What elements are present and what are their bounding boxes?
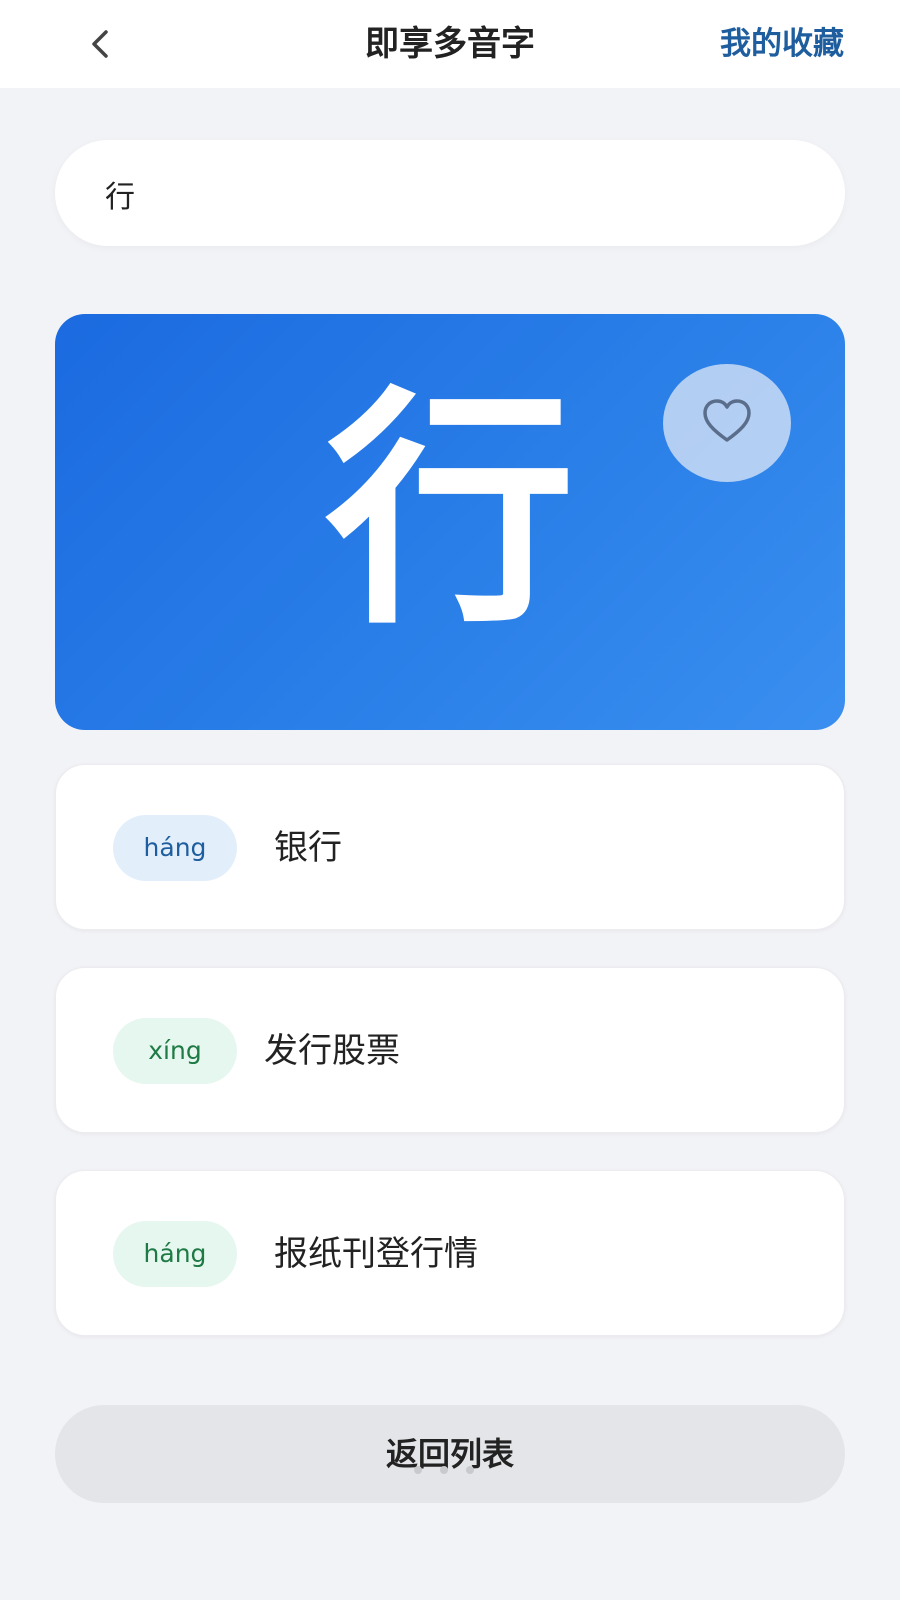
search-input[interactable] xyxy=(103,140,797,248)
pinyin-badge: háng xyxy=(113,1221,237,1287)
return-to-list-button[interactable]: 返回列表 xyxy=(55,1405,845,1503)
favorite-button[interactable] xyxy=(663,364,791,482)
top-bar: 即享多音字 我的收藏 xyxy=(0,0,900,88)
pronunciation-item[interactable]: háng 报纸刊登行情 xyxy=(55,1170,845,1336)
my-favorites-link[interactable]: 我的收藏 xyxy=(720,0,844,88)
chevron-left-icon xyxy=(92,30,108,58)
example-word: 银行 xyxy=(274,828,342,868)
pinyin-badge: háng xyxy=(113,815,237,881)
back-button[interactable] xyxy=(80,22,124,66)
example-word: 报纸刊登行情 xyxy=(274,1234,478,1274)
pronunciation-item[interactable]: háng 银行 xyxy=(55,764,845,930)
pinyin-badge: xíng xyxy=(113,1018,237,1084)
character-card: 行 xyxy=(55,314,845,730)
heart-outline-icon xyxy=(703,399,751,442)
pronunciation-item[interactable]: xíng 发行股票 xyxy=(55,967,845,1133)
search-box xyxy=(55,140,845,248)
example-word: 发行股票 xyxy=(264,1031,400,1071)
